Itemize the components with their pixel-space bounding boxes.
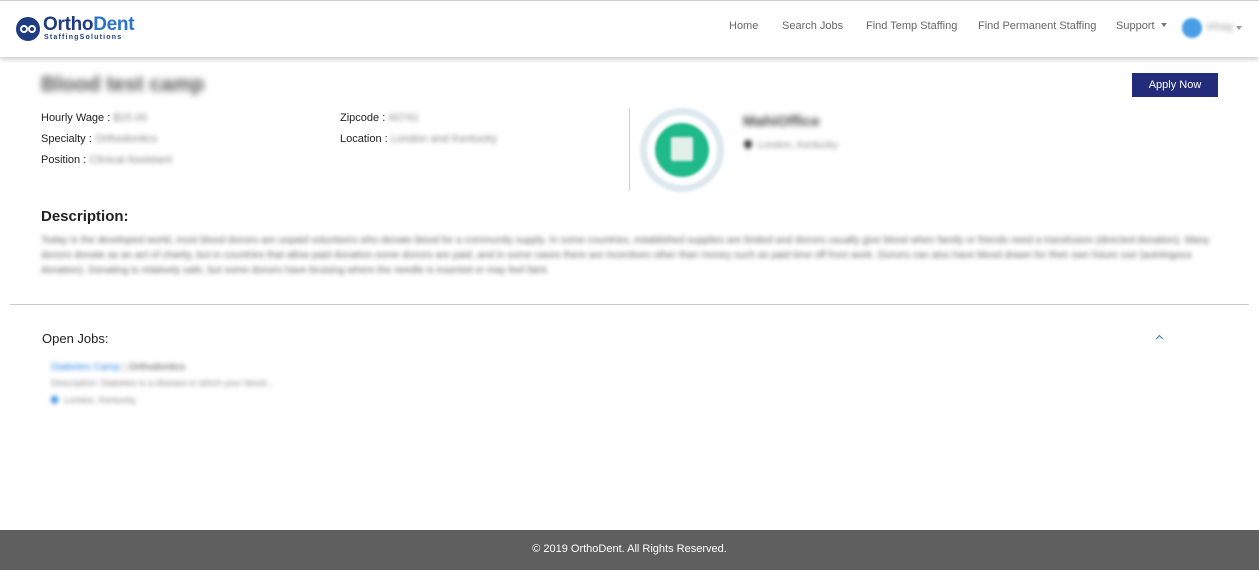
nav-search-jobs[interactable]: Search Jobs — [782, 20, 843, 32]
open-job-item: Diabetes Camp | Orthodontics Description: … — [49, 362, 351, 412]
hourly-wage-label: Hourly Wage : — [41, 112, 111, 124]
location-value: London and Kentucky — [390, 133, 498, 145]
nav-find-permanent-staffing[interactable]: Find Permanent Staffing — [978, 20, 1096, 32]
open-job-title-link[interactable]: Diabetes Camp — [51, 362, 120, 373]
open-job-separator: | — [122, 362, 126, 373]
position-field: Position : Clinical Assistant — [41, 154, 172, 166]
nav-support-dropdown[interactable]: Support — [1116, 20, 1167, 32]
caret-down-icon — [1236, 26, 1242, 30]
nav-find-temp-staffing[interactable]: Find Temp Staffing — [866, 20, 957, 32]
position-value: Clinical Assistant — [89, 154, 172, 166]
location-label: Location : — [340, 133, 388, 145]
footer: © 2019 OrthoDent. All Rights Reserved. — [0, 530, 1259, 570]
avatar — [1182, 18, 1202, 38]
brand-logo-icon — [16, 17, 40, 41]
location-field: Location : London and Kentucky — [340, 133, 497, 145]
caret-down-icon — [1160, 23, 1167, 27]
chevron-up-icon[interactable] — [1155, 333, 1163, 341]
section-divider — [10, 304, 1249, 305]
open-job-specialty: Orthodontics — [128, 362, 186, 373]
user-menu[interactable]: Vinay — [1182, 17, 1244, 39]
hourly-wage-value: $15.00 — [113, 112, 147, 124]
office-location: London, Kentucky — [742, 138, 839, 151]
vertical-divider — [629, 108, 630, 191]
zipcode-field: Zipcode :40741 — [340, 112, 419, 124]
specialty-label: Specialty : — [41, 133, 92, 145]
job-title: Blood test camp — [41, 73, 205, 96]
brand-logo[interactable]: OrthoDent StaffingSolutions — [16, 14, 146, 46]
location-pin-icon — [742, 138, 754, 150]
office-name[interactable]: MahiOffice — [743, 113, 820, 130]
apply-now-button[interactable]: Apply Now — [1132, 73, 1218, 97]
nav-support-label: Support — [1116, 20, 1155, 32]
position-label: Position : — [41, 154, 87, 166]
brand-name: OrthoDent — [43, 14, 135, 35]
brand-subtitle: StaffingSolutions — [44, 34, 123, 41]
office-logo[interactable] — [640, 108, 724, 192]
open-job-location: London, Kentucky — [49, 394, 137, 405]
specialty-field: Specialty : Orthodontics — [41, 133, 157, 145]
open-job-header: Diabetes Camp | Orthodontics — [51, 362, 185, 373]
specialty-value: Orthodontics — [94, 133, 158, 145]
description-heading: Description: — [41, 208, 129, 225]
nav-home[interactable]: Home — [729, 20, 758, 32]
hourly-wage-field: Hourly Wage : $15.00 — [41, 112, 147, 124]
user-name: Vinay — [1206, 21, 1234, 33]
office-location-text: London, Kentucky — [758, 140, 839, 151]
zipcode-value: 40741 — [388, 112, 419, 124]
footer-copyright: © 2019 OrthoDent. All Rights Reserved. — [532, 543, 727, 555]
open-job-location-text: London, Kentucky — [64, 395, 137, 405]
zipcode-label: Zipcode : — [340, 112, 386, 124]
navbar: OrthoDent StaffingSolutions Home Search … — [0, 0, 1259, 57]
open-job-description: Description: Diabetes is a disease in wh… — [51, 378, 274, 388]
shopping-bag-icon — [671, 137, 693, 161]
description-text: Today in the developed world, most blood… — [41, 235, 1210, 276]
open-jobs-heading: Open Jobs: — [42, 331, 109, 346]
location-pin-icon — [49, 394, 60, 405]
